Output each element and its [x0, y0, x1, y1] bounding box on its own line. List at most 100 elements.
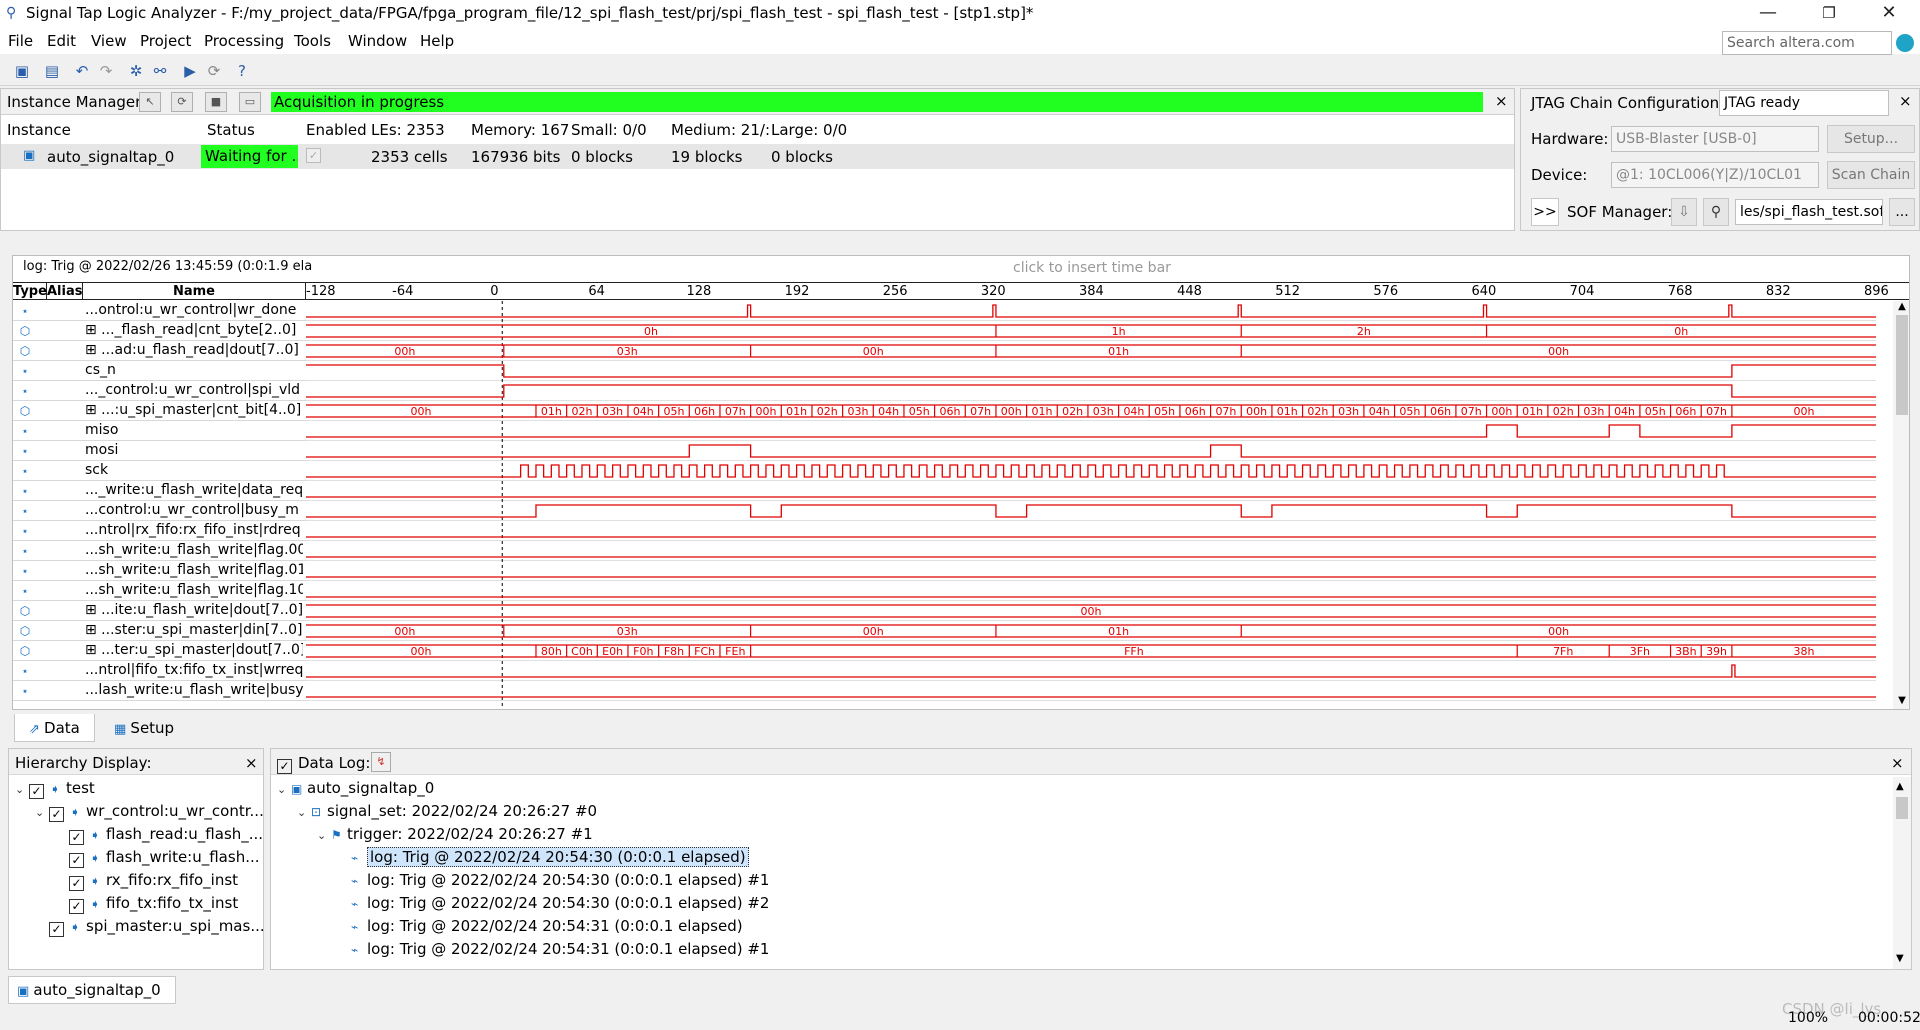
data-log-item[interactable]: ⌄ ▣ auto_signaltap_0 [277, 779, 434, 797]
col-memory[interactable]: Memory: 167 [471, 121, 569, 139]
data-log-item[interactable]: ⌁ log: Trig @ 2022/02/24 20:54:31 (0:0:0.… [337, 940, 769, 958]
data-log-item[interactable]: ⌄ ⚑ trigger: 2022/02/24 20:26:27 #1 [317, 825, 593, 843]
signal-row[interactable]: ⋆ cs_n [13, 361, 306, 381]
instance-row[interactable]: ▣ auto_signaltap_0 Waiting for ... ✓ 235… [1, 144, 1514, 169]
signal-row[interactable]: ⋆ ...sh_write:u_flash_write|flag.00 [13, 541, 306, 561]
signal-row[interactable]: ⋆ ...control:u_wr_control|busy_m [13, 501, 306, 521]
menu-file[interactable]: File [8, 32, 33, 50]
data-log-close[interactable]: × [1891, 754, 1904, 772]
setup-button[interactable]: Setup... [1827, 125, 1915, 153]
expand-chevron-icon[interactable]: ⌄ [15, 783, 29, 796]
col-status[interactable]: Status [207, 121, 255, 139]
expand-chevron-icon[interactable]: ⌄ [297, 806, 311, 819]
hierarchy-checkbox[interactable]: ✓ [69, 830, 84, 845]
sof-browse-button[interactable]: ... [1889, 198, 1915, 226]
autorun-icon[interactable]: ⟳ [171, 92, 193, 112]
instance-tab[interactable]: ▣ auto_signaltap_0 [8, 976, 176, 1004]
signal-row[interactable]: ⋆ mosi [13, 441, 306, 461]
scroll-up-icon[interactable]: ▲ [1895, 301, 1909, 312]
restore-button[interactable]: ❐ [1806, 2, 1852, 26]
signal-row[interactable]: ⋆ ...ntrol|fifo_tx:fifo_tx_inst|wrreq [13, 661, 306, 681]
expand-chevron-icon[interactable]: ⌄ [277, 783, 291, 796]
menu-help[interactable]: Help [420, 32, 454, 50]
signal-row[interactable]: ⬡ ⊞ ...ite:u_flash_write|dout[7..0] [13, 601, 306, 621]
signal-row[interactable]: ⋆ ..._control:u_wr_control|spi_vld [13, 381, 306, 401]
col-enabled[interactable]: Enabled [306, 121, 367, 139]
enabled-checkbox[interactable]: ✓ [306, 148, 321, 163]
scroll-thumb[interactable] [1896, 797, 1908, 819]
signal-row[interactable]: ⬡ ⊞ ...ad:u_flash_read|dout[7..0] [13, 341, 306, 361]
hierarchy-checkbox[interactable]: ✓ [49, 807, 64, 822]
minimize-button[interactable]: — [1745, 2, 1791, 26]
close-button[interactable]: ✕ [1866, 2, 1912, 26]
pointer-icon[interactable]: ↖ [139, 92, 161, 112]
scroll-down-icon[interactable]: ▼ [1896, 953, 1904, 964]
data-log-checkbox[interactable]: ✓ [277, 759, 292, 774]
binoculars-icon[interactable]: ⚯ [150, 61, 170, 81]
signal-row[interactable]: ⋆ sck [13, 461, 306, 481]
scroll-down-icon[interactable]: ▼ [1895, 695, 1909, 706]
hierarchy-close[interactable]: × [245, 754, 258, 772]
data-log-item[interactable]: ⌄ ⊡ signal_set: 2022/02/24 20:26:27 #0 [297, 802, 597, 820]
read-data-icon[interactable]: ▭ [239, 92, 261, 112]
undo-icon[interactable]: ↶ [72, 61, 92, 81]
program-device-icon[interactable]: ⇩ [1671, 198, 1697, 226]
expand-chevron-icon[interactable]: ⌄ [317, 829, 331, 842]
col-les[interactable]: LEs: 2353 [371, 121, 445, 139]
hierarchy-checkbox[interactable]: ✓ [49, 922, 64, 937]
signal-row[interactable]: ⋆ ..._write:u_flash_write|data_req [13, 481, 306, 501]
instance-manager-close[interactable]: × [1495, 92, 1508, 110]
hierarchy-checkbox[interactable]: ✓ [69, 899, 84, 914]
waveform-canvas[interactable]: 0h 1h 2h 0h 00h 03h 00h 01h 00h 00h 01h 02h 03h 04h 05… [306, 301, 1893, 710]
hierarchy-checkbox[interactable]: ✓ [29, 784, 44, 799]
signal-row[interactable]: ⋆ ...ontrol:u_wr_control|wr_done [13, 301, 306, 321]
data-log-item[interactable]: ⌁ log: Trig @ 2022/02/24 20:54:31 (0:0:0.… [337, 917, 743, 935]
menu-project[interactable]: Project [140, 32, 191, 50]
tab-data[interactable]: ⇗ Data [14, 714, 95, 742]
scan-chain-button[interactable]: Scan Chain [1827, 161, 1915, 189]
signal-row[interactable]: ⋆ ...lash_write:u_flash_write|busy [13, 681, 306, 701]
data-log-scrollbar[interactable]: ▲ ▼ [1893, 777, 1911, 969]
new-icon[interactable]: ▣ [12, 61, 32, 81]
scroll-thumb[interactable] [1896, 315, 1908, 415]
expand-chevron-icon[interactable]: ⌄ [35, 806, 49, 819]
signal-row[interactable]: ⬡ ⊞ ...ster:u_spi_master|din[7..0] [13, 621, 306, 641]
hierarchy-item[interactable]: ✓ ➧ flash_write:u_flash... [55, 848, 260, 868]
hierarchy-checkbox[interactable]: ✓ [69, 853, 84, 868]
device-select[interactable]: @1: 10CL006(Y|Z)/10CL01 [1611, 162, 1819, 188]
col-large[interactable]: Large: 0/0 [771, 121, 847, 139]
col-medium[interactable]: Medium: 21/: [671, 121, 770, 139]
sof-path-field[interactable]: les/spi_flash_test.sof [1735, 199, 1883, 225]
hierarchy-item[interactable]: ✓ ➧ rx_fifo:rx_fifo_inst [55, 871, 238, 891]
signal-row[interactable]: ⬡ ⊞ ...ter:u_spi_master|dout[7..0] [13, 641, 306, 661]
col-small[interactable]: Small: 0/0 [571, 121, 647, 139]
signal-row[interactable]: ⋆ miso [13, 421, 306, 441]
signal-row[interactable]: ⋆ ...sh_write:u_flash_write|flag.10 [13, 581, 306, 601]
settings-icon[interactable]: ✲ [126, 61, 146, 81]
tab-setup[interactable]: ▦ Setup [100, 714, 188, 742]
menu-tools[interactable]: Tools [294, 32, 331, 50]
autorun-icon[interactable]: ⟳ [204, 61, 224, 81]
hardware-select[interactable]: USB-Blaster [USB-0] [1611, 126, 1819, 152]
search-input[interactable]: Search altera.com [1722, 31, 1892, 55]
jtag-close[interactable]: × [1899, 92, 1912, 110]
hierarchy-checkbox[interactable]: ✓ [69, 876, 84, 891]
waveform-scrollbar[interactable]: ▲ ▼ [1893, 301, 1909, 709]
signal-row[interactable]: ⬡ ⊞ ..._flash_read|cnt_byte[2..0] [13, 321, 306, 341]
redo-icon[interactable]: ↷ [96, 61, 116, 81]
expand-button[interactable]: >> [1531, 198, 1559, 226]
menu-window[interactable]: Window [348, 32, 407, 50]
save-icon[interactable]: ▤ [42, 61, 62, 81]
hierarchy-item[interactable]: ⌄ ✓ ➧ wr_control:u_wr_contr... [35, 802, 264, 822]
hierarchy-item[interactable]: ✓ ➧ fifo_tx:fifo_tx_inst [55, 894, 238, 914]
run-icon[interactable]: ▶ [180, 61, 200, 81]
menu-processing[interactable]: Processing [204, 32, 284, 50]
attach-icon[interactable]: ⚲ [1703, 198, 1729, 226]
menu-view[interactable]: View [91, 32, 127, 50]
hierarchy-item[interactable]: ✓ ➧ spi_master:u_spi_mas... [35, 917, 265, 937]
data-log-item[interactable]: ⌁ log: Trig @ 2022/02/24 20:54:30 (0:0:0.… [337, 847, 749, 867]
signal-row[interactable]: ⋆ ...ntrol|rx_fifo:rx_fifo_inst|rdreq [13, 521, 306, 541]
data-log-item[interactable]: ⌁ log: Trig @ 2022/02/24 20:54:30 (0:0:0.… [337, 894, 769, 912]
log-filter-icon[interactable]: ↯ [371, 752, 391, 772]
scroll-up-icon[interactable]: ▲ [1896, 781, 1904, 792]
